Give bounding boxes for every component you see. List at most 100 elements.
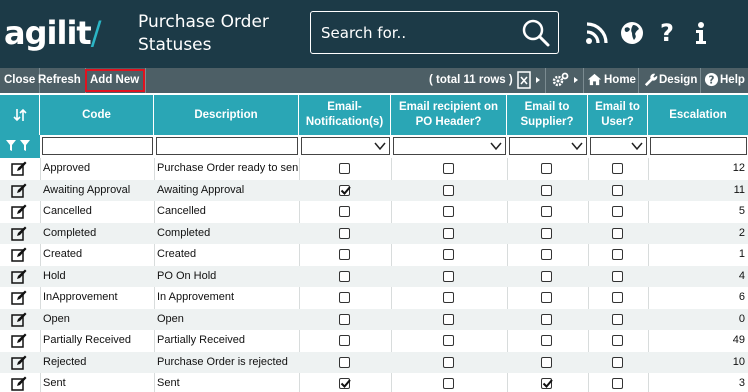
add-new-button[interactable]: Add New: [84, 68, 147, 93]
refresh-button[interactable]: Refresh: [34, 68, 86, 93]
checkbox-email-notification[interactable]: [339, 378, 351, 389]
checkbox-email-supplier[interactable]: [541, 163, 552, 174]
checkbox-email-recipient[interactable]: [443, 356, 454, 368]
export-excel-button[interactable]: [512, 68, 546, 93]
checkbox-email-supplier[interactable]: [541, 313, 552, 325]
agilit-logo[interactable]: agilit/: [4, 13, 101, 53]
checkbox-email-supplier[interactable]: [541, 356, 552, 368]
checkbox-email-recipient[interactable]: [443, 292, 454, 303]
filter-email-recipient-select[interactable]: [393, 137, 506, 155]
checkbox-email-notification[interactable]: [339, 292, 350, 303]
column-header-email-supplier[interactable]: Email to Supplier?: [507, 95, 588, 135]
checkbox-email-supplier[interactable]: [541, 206, 552, 217]
checkbox-email-recipient[interactable]: [443, 378, 454, 389]
checkbox-email-user[interactable]: [612, 206, 623, 217]
checkbox-email-supplier[interactable]: [541, 227, 552, 239]
checkbox-email-supplier[interactable]: [541, 292, 552, 303]
checkbox-email-notification[interactable]: [339, 249, 350, 260]
sort-column-header[interactable]: [0, 95, 40, 135]
table-row[interactable]: InApprovement In Approvement 6: [0, 287, 748, 309]
checkbox-email-user[interactable]: [612, 313, 623, 325]
filter-email-notification-select[interactable]: [301, 137, 390, 155]
filter-escalation-input[interactable]: [650, 137, 747, 155]
checkbox-email-user[interactable]: [612, 292, 623, 303]
checkbox-email-recipient[interactable]: [443, 335, 454, 346]
edit-icon[interactable]: [11, 183, 27, 199]
checkbox-email-supplier[interactable]: [541, 184, 552, 196]
edit-icon[interactable]: [11, 247, 27, 263]
checkbox-email-notification[interactable]: [339, 313, 350, 325]
edit-icon[interactable]: [11, 355, 27, 371]
filter-email-user-select[interactable]: [590, 137, 647, 155]
checkbox-email-notification[interactable]: [339, 184, 351, 196]
table-row[interactable]: Sent Sent 3: [0, 373, 748, 392]
checkbox-email-user[interactable]: [612, 227, 623, 239]
cell-description: Awaiting Approval: [157, 183, 245, 196]
table-row[interactable]: Hold PO On Hold 4: [0, 265, 748, 287]
checkbox-email-recipient[interactable]: [443, 184, 454, 196]
edit-icon[interactable]: [11, 226, 27, 242]
column-header-escalation[interactable]: Escalation: [648, 95, 748, 135]
column-header-email-recipient[interactable]: Email recipient on PO Header?: [391, 95, 507, 135]
checkbox-email-notification[interactable]: [339, 227, 350, 239]
filter-toggle[interactable]: [0, 135, 40, 158]
checkbox-email-recipient[interactable]: [443, 313, 454, 325]
filter-description-field[interactable]: [157, 138, 297, 155]
filter-description-input[interactable]: [156, 137, 298, 155]
table-row[interactable]: Open Open 0: [0, 308, 748, 330]
table-row[interactable]: Rejected Purchase Order is rejected 10: [0, 351, 748, 373]
design-button[interactable]: Design: [639, 68, 701, 93]
checkbox-email-recipient[interactable]: [443, 249, 454, 260]
checkbox-email-notification[interactable]: [339, 270, 350, 282]
column-header-email-user[interactable]: Email to User?: [588, 95, 648, 135]
info-icon[interactable]: [688, 20, 714, 46]
checkbox-email-notification[interactable]: [339, 206, 350, 217]
edit-icon[interactable]: [11, 290, 27, 306]
globe-icon[interactable]: [619, 20, 645, 46]
checkbox-email-user[interactable]: [612, 163, 623, 174]
filter-email-supplier-select[interactable]: [509, 137, 587, 155]
rss-icon[interactable]: [584, 20, 610, 46]
edit-icon[interactable]: [11, 269, 27, 285]
help-icon[interactable]: ?: [654, 20, 680, 46]
checkbox-email-user[interactable]: [612, 335, 623, 346]
checkbox-email-notification[interactable]: [339, 356, 350, 368]
checkbox-email-supplier[interactable]: [541, 270, 552, 282]
filter-code-input[interactable]: [42, 137, 153, 155]
edit-icon[interactable]: [11, 333, 27, 349]
table-row[interactable]: Created Created 1: [0, 244, 748, 266]
checkbox-email-user[interactable]: [612, 356, 623, 368]
settings-button[interactable]: [546, 68, 584, 93]
table-row[interactable]: Awaiting Approval Awaiting Approval 11: [0, 179, 748, 201]
checkbox-email-user[interactable]: [612, 378, 623, 389]
column-header-email-notification[interactable]: Email-Notification(s): [299, 95, 391, 135]
column-header-code[interactable]: Code: [40, 95, 154, 135]
checkbox-email-recipient[interactable]: [443, 206, 454, 217]
search-input[interactable]: [321, 17, 516, 48]
filter-code-field[interactable]: [43, 138, 152, 155]
checkbox-email-recipient[interactable]: [443, 163, 454, 174]
table-row[interactable]: Partially Received Partially Received 49: [0, 330, 748, 352]
table-row[interactable]: Completed Completed 2: [0, 222, 748, 244]
home-button[interactable]: Home: [584, 68, 639, 93]
checkbox-email-notification[interactable]: [339, 335, 350, 346]
table-row[interactable]: Cancelled Cancelled 5: [0, 201, 748, 223]
checkbox-email-user[interactable]: [612, 184, 623, 196]
checkbox-email-user[interactable]: [612, 270, 623, 282]
column-header-description[interactable]: Description: [154, 95, 299, 135]
edit-icon[interactable]: [11, 161, 27, 177]
checkbox-email-recipient[interactable]: [443, 227, 454, 239]
checkbox-email-notification[interactable]: [339, 163, 350, 174]
edit-icon[interactable]: [11, 376, 27, 392]
table-row[interactable]: Approved Purchase Order ready to sent 12: [0, 158, 748, 180]
checkbox-email-supplier[interactable]: [541, 378, 553, 389]
checkbox-email-supplier[interactable]: [541, 249, 552, 260]
help-button[interactable]: ? Help: [701, 68, 748, 93]
checkbox-email-user[interactable]: [612, 249, 623, 260]
edit-icon[interactable]: [11, 204, 27, 220]
checkbox-email-supplier[interactable]: [541, 335, 552, 346]
filter-escalation-field[interactable]: [651, 138, 746, 155]
edit-icon[interactable]: [11, 312, 27, 328]
checkbox-email-recipient[interactable]: [443, 270, 454, 282]
search-icon[interactable]: [521, 18, 551, 48]
